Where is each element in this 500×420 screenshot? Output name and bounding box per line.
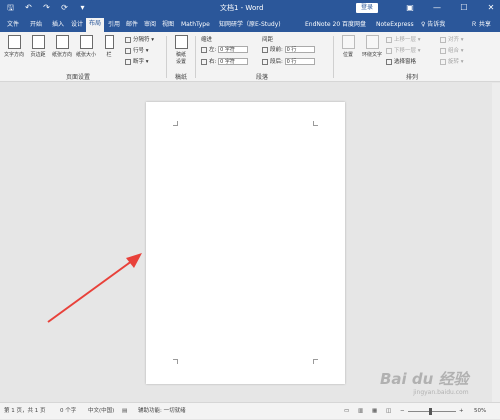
page-count[interactable]: 第 1 页，共 1 页 xyxy=(4,403,46,420)
zoom-slider-thumb[interactable] xyxy=(429,408,432,415)
watermark-text: Bai du 经验 xyxy=(380,370,469,388)
web-layout-icon[interactable]: ◫ xyxy=(386,403,391,420)
zoom-in-button[interactable]: + xyxy=(459,403,464,420)
macro-icon[interactable]: ▤ xyxy=(122,403,127,420)
watermark-url: jingyan.baidu.com xyxy=(413,389,469,396)
arrow-head xyxy=(126,253,142,268)
print-layout-icon[interactable]: ▦ xyxy=(372,403,377,420)
focus-mode-icon[interactable]: ▭ xyxy=(344,403,349,420)
arrow-shaft xyxy=(47,257,137,323)
zoom-level[interactable]: 50% xyxy=(474,403,486,420)
accessibility-status[interactable]: 辅助功能: 一切就绪 xyxy=(138,403,186,420)
annotation-arrow xyxy=(47,253,142,323)
zoom-slider[interactable] xyxy=(408,411,456,412)
status-bar: 第 1 页，共 1 页 0 个字 中文(中国) ▤ 辅助功能: 一切就绪 ▭ ▥… xyxy=(0,402,500,419)
language-indicator[interactable]: 中文(中国) xyxy=(88,403,114,420)
baidu-watermark: Bai du 经验 jingyan.baidu.com xyxy=(380,368,469,396)
word-count[interactable]: 0 个字 xyxy=(60,403,76,420)
zoom-out-button[interactable]: − xyxy=(400,403,405,420)
read-mode-icon[interactable]: ▥ xyxy=(358,403,363,420)
